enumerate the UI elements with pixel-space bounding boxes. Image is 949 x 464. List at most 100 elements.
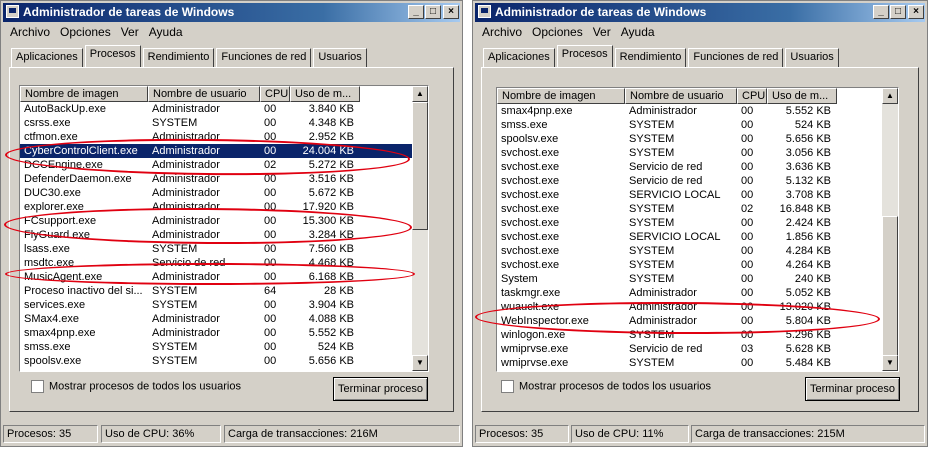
- table-row[interactable]: System SYSTEM 00 240 KB: [497, 272, 882, 286]
- maximize-button[interactable]: □: [425, 5, 441, 19]
- table-row[interactable]: SMax4.exe Administrador 00 4.088 KB: [20, 312, 412, 326]
- scroll-up-arrow-icon[interactable]: ▲: [412, 86, 428, 102]
- scroll-up-arrow-icon[interactable]: ▲: [882, 88, 898, 104]
- table-row[interactable]: lsass.exe SYSTEM 00 7.560 KB: [20, 242, 412, 256]
- table-row[interactable]: services.exe SYSTEM 00 3.904 KB: [20, 298, 412, 312]
- cell-user-name: SYSTEM: [152, 299, 198, 311]
- column-header-user-name[interactable]: Nombre de usuario: [625, 88, 737, 104]
- column-header-memory[interactable]: Uso de m...: [767, 88, 837, 104]
- tab-funciones-de-red[interactable]: Funciones de red: [688, 48, 784, 67]
- scroll-down-arrow-icon[interactable]: ▼: [882, 355, 898, 371]
- table-row[interactable]: AutoBackUp.exe Administrador 00 3.840 KB: [20, 102, 412, 116]
- cell-user-name: SYSTEM: [152, 117, 198, 129]
- table-row[interactable]: smax4pnp.exe Administrador 00 5.552 KB: [497, 104, 882, 118]
- end-process-button[interactable]: Terminar proceso: [333, 377, 428, 401]
- cell-user-name: SYSTEM: [629, 203, 675, 215]
- minimize-button[interactable]: _: [873, 5, 889, 19]
- menu-opciones[interactable]: Opciones: [527, 23, 588, 41]
- close-button[interactable]: ×: [908, 5, 924, 19]
- cell-memory: 3.636 KB: [785, 161, 831, 173]
- cell-user-name: Administrador: [152, 327, 220, 339]
- menu-archivo[interactable]: Archivo: [5, 23, 55, 41]
- cell-image-name: svchost.exe: [501, 189, 560, 201]
- show-all-processes-checkbox[interactable]: Mostrar procesos de todos los usuarios: [31, 380, 241, 393]
- table-row[interactable]: Proceso inactivo del si... SYSTEM 64 28 KB: [20, 284, 412, 298]
- table-row[interactable]: svchost.exe SYSTEM 02 16.848 KB: [497, 202, 882, 216]
- title-bar[interactable]: Administrador de tareas de Windows _ □ ×: [475, 3, 925, 22]
- cell-cpu: 00: [741, 147, 754, 159]
- cell-user-name: SYSTEM: [629, 119, 675, 131]
- menu-ayuda[interactable]: Ayuda: [616, 23, 660, 41]
- table-row[interactable]: smss.exe SYSTEM 00 524 KB: [20, 340, 412, 354]
- cell-user-name: Administrador: [629, 105, 697, 117]
- vertical-scrollbar[interactable]: ▲ ▼: [882, 88, 898, 371]
- table-row[interactable]: svchost.exe SERVICIO LOCAL 00 1.856 KB: [497, 230, 882, 244]
- table-row[interactable]: svchost.exe SYSTEM 00 4.264 KB: [497, 258, 882, 272]
- end-process-button[interactable]: Terminar proceso: [805, 377, 900, 401]
- cell-memory: 3.708 KB: [785, 189, 831, 201]
- table-row[interactable]: svchost.exe Servicio de red 00 5.132 KB: [497, 174, 882, 188]
- menu-ayuda[interactable]: Ayuda: [144, 23, 188, 41]
- tab-procesos[interactable]: Procesos: [84, 45, 141, 67]
- checkbox-icon[interactable]: [501, 380, 514, 393]
- tab-procesos[interactable]: Procesos: [556, 45, 613, 67]
- table-row[interactable]: svchost.exe Servicio de red 00 3.636 KB: [497, 160, 882, 174]
- tab-usuarios[interactable]: Usuarios: [785, 48, 839, 67]
- vertical-scrollbar[interactable]: ▲ ▼: [412, 86, 428, 371]
- column-header-image-name[interactable]: Nombre de imagen: [20, 86, 148, 102]
- cell-cpu: 03: [741, 343, 754, 355]
- column-header-cpu[interactable]: CPU: [737, 88, 767, 104]
- cell-cpu: 00: [264, 299, 277, 311]
- tab-funciones-de-red[interactable]: Funciones de red: [216, 48, 312, 67]
- table-row[interactable]: spoolsv.exe SYSTEM 00 5.656 KB: [20, 354, 412, 368]
- cell-user-name: Administrador: [629, 287, 697, 299]
- cell-memory: 4.284 KB: [785, 245, 831, 257]
- maximize-button[interactable]: □: [890, 5, 906, 19]
- column-header-memory[interactable]: Uso de m...: [290, 86, 360, 102]
- table-row[interactable]: spoolsv.exe SYSTEM 00 5.656 KB: [497, 132, 882, 146]
- minimize-button[interactable]: _: [408, 5, 424, 19]
- scroll-down-arrow-icon[interactable]: ▼: [412, 355, 428, 371]
- cell-cpu: 00: [741, 105, 754, 117]
- cell-cpu: 00: [264, 355, 277, 367]
- menu-ver[interactable]: Ver: [588, 23, 616, 41]
- table-row[interactable]: svchost.exe SYSTEM 00 4.284 KB: [497, 244, 882, 258]
- cell-image-name: smss.exe: [501, 119, 548, 131]
- menu-opciones[interactable]: Opciones: [55, 23, 116, 41]
- cell-memory: 524 KB: [317, 341, 354, 353]
- cell-cpu: 00: [741, 259, 754, 271]
- tab-rendimiento[interactable]: Rendimiento: [614, 48, 687, 67]
- checkbox-icon[interactable]: [31, 380, 44, 393]
- cell-image-name: csrss.exe: [24, 117, 71, 129]
- table-row[interactable]: smax4pnp.exe Administrador 00 5.552 KB: [20, 326, 412, 340]
- cell-image-name: svchost.exe: [501, 231, 560, 243]
- status-commit-charge: Carga de transacciones: 216M: [224, 425, 460, 443]
- table-row[interactable]: smss.exe SYSTEM 00 524 KB: [497, 118, 882, 132]
- cell-image-name: System: [501, 273, 538, 285]
- column-header-user-name[interactable]: Nombre de usuario: [148, 86, 260, 102]
- column-header-image-name[interactable]: Nombre de imagen: [497, 88, 625, 104]
- tab-rendimiento[interactable]: Rendimiento: [142, 48, 215, 67]
- column-header-cpu[interactable]: CPU: [260, 86, 290, 102]
- scroll-thumb[interactable]: [882, 216, 898, 356]
- cell-memory: 5.132 KB: [785, 175, 831, 187]
- table-row[interactable]: csrss.exe SYSTEM 00 4.348 KB: [20, 116, 412, 130]
- show-all-processes-checkbox[interactable]: Mostrar procesos de todos los usuarios: [501, 380, 711, 393]
- table-row[interactable]: svchost.exe SYSTEM 00 2.424 KB: [497, 216, 882, 230]
- title-bar[interactable]: Administrador de tareas de Windows _ □ ×: [3, 3, 460, 22]
- table-row[interactable]: DUC30.exe Administrador 00 5.672 KB: [20, 186, 412, 200]
- tab-usuarios[interactable]: Usuarios: [313, 48, 367, 67]
- cell-user-name: SYSTEM: [629, 133, 675, 145]
- table-row[interactable]: svchost.exe SYSTEM 00 3.056 KB: [497, 146, 882, 160]
- table-row[interactable]: wmiprvse.exe Servicio de red 03 5.628 KB: [497, 342, 882, 356]
- menu-archivo[interactable]: Archivo: [477, 23, 527, 41]
- table-row[interactable]: taskmgr.exe Administrador 00 5.052 KB: [497, 286, 882, 300]
- close-button[interactable]: ×: [443, 5, 459, 19]
- scroll-thumb[interactable]: [412, 102, 428, 230]
- window-title: Administrador de tareas de Windows: [495, 5, 707, 19]
- table-row[interactable]: wmiprvse.exe SYSTEM 00 5.484 KB: [497, 356, 882, 370]
- table-row[interactable]: svchost.exe SERVICIO LOCAL 00 3.708 KB: [497, 188, 882, 202]
- tab-aplicaciones[interactable]: Aplicaciones: [11, 48, 83, 67]
- tab-aplicaciones[interactable]: Aplicaciones: [483, 48, 555, 67]
- menu-ver[interactable]: Ver: [116, 23, 144, 41]
